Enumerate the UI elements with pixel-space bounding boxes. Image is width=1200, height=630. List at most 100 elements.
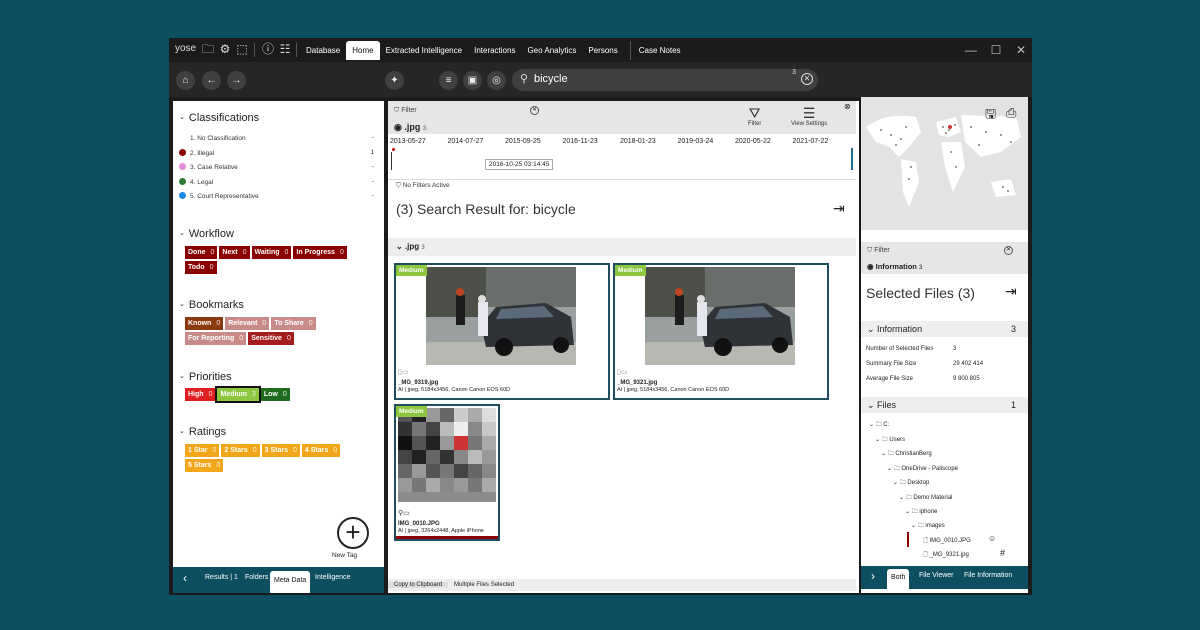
ratings-header[interactable]: ⌄ Ratings [179, 426, 226, 438]
result-card[interactable]: Medium ▯▭ _MG_9319.jpg AI | jpeg, 5184x34… [394, 263, 610, 400]
classification-item[interactable]: 1. No Classification - [179, 134, 374, 142]
tree-item[interactable]: ⌄ 🗀 Desktop [893, 478, 929, 488]
close-icon[interactable]: ✕ [1014, 43, 1028, 57]
new-tag-button[interactable]: + [337, 517, 369, 549]
export-icon[interactable]: ⇥ [1005, 283, 1017, 300]
forward-icon[interactable]: → [227, 71, 246, 90]
priority-tag[interactable]: Low 0 [260, 388, 290, 401]
classification-item[interactable]: 4. Legal - [179, 177, 374, 186]
clear-filter-icon[interactable]: ✕ [1004, 246, 1013, 255]
priority-tag[interactable]: High 0 [185, 388, 216, 401]
bookmark-tag[interactable]: Relevant 0 [225, 317, 270, 330]
tab-interactions[interactable]: Interactions [468, 41, 521, 60]
info-icon[interactable]: ⓘ [261, 42, 275, 56]
maximize-icon[interactable]: ☐ [989, 43, 1003, 57]
workflow-tag[interactable]: Done 0 [185, 246, 218, 259]
tree-item[interactable]: ⌄ 🗀 Demo Material [899, 493, 952, 503]
minimize-icon[interactable]: — [964, 43, 978, 57]
bookmark-tag[interactable]: Sensitive 0 [248, 332, 294, 345]
tab-persons[interactable]: Persons [582, 41, 623, 60]
tab-file-information[interactable]: File Information [960, 566, 1016, 589]
bookmarks-header[interactable]: ⌄ Bookmarks [179, 299, 244, 311]
print-icon[interactable]: ⎙ [1006, 105, 1016, 121]
tree-item[interactable]: ⌄ 🗀 ChristianBerg [881, 449, 932, 459]
tab-meta-data[interactable]: Meta Data [270, 571, 311, 593]
bookmark-tag[interactable]: Known 0 [185, 317, 224, 330]
files-section-header[interactable]: ⌄ Files 1 [861, 397, 1028, 413]
back-icon[interactable]: ← [202, 71, 221, 90]
timeline-handle[interactable] [851, 148, 853, 170]
search-input[interactable]: bicycle [534, 73, 568, 85]
tab-both[interactable]: Both [887, 569, 910, 589]
list-view-icon[interactable]: ☷ [278, 42, 292, 56]
collapse-left-icon[interactable]: ‹ [179, 567, 191, 593]
tag-label: To Share [274, 320, 304, 327]
classification-label: 3. Case Relative [190, 164, 238, 171]
rating-tag[interactable]: 5 Stars 0 [185, 459, 224, 472]
search-bar[interactable]: ⚲ bicycle 3 ✕ [512, 69, 818, 91]
workflow-tag[interactable]: Next 0 [219, 246, 250, 259]
close-panel-icon[interactable]: ⊗ [844, 102, 851, 111]
timeline[interactable]: 2016-10-25 03:14:45 2013-05-27 2014-07-27… [388, 134, 856, 179]
select-area-icon[interactable]: ⬚ [235, 42, 249, 56]
home-icon[interactable]: ⌂ [176, 71, 195, 90]
map-canvas [866, 115, 1021, 207]
image-icon[interactable]: ▣ [463, 71, 482, 90]
tree-item[interactable]: ⌄ 🗀 iphone [905, 507, 937, 517]
result-card[interactable]: Medium ⚲▭ IMG_0010.JPG AI | jpeg, 3264x24… [394, 404, 500, 541]
workflow-tag[interactable]: Todo 0 [185, 261, 217, 274]
tag-count: 0 [282, 391, 287, 398]
tree-item[interactable]: ⌄ 🗀 C: [869, 420, 889, 430]
tab-file-viewer[interactable]: File Viewer [915, 566, 958, 589]
save-icon[interactable]: 🖫 [985, 105, 996, 127]
settings-icon[interactable]: ⚙ [218, 42, 232, 56]
rating-tag[interactable]: 4 Stars 0 [301, 444, 341, 457]
clear-filter-icon[interactable]: ✕ [530, 106, 539, 115]
tree-item[interactable]: ⌄ 🗀 OneDrive - Paliscope [887, 464, 958, 474]
rating-tag[interactable]: 1 Star 0 [185, 444, 220, 457]
priorities-header[interactable]: ⌄ Priorities [179, 371, 232, 383]
workflow-tag[interactable]: In Progress 0 [293, 246, 347, 259]
copy-to-clipboard-button[interactable]: Copy to Clipboard [388, 582, 449, 588]
result-card[interactable]: Medium ▯▭ _MG_9321.jpg AI | jpeg, 5184x34… [613, 263, 829, 400]
tab-home[interactable]: Home [346, 41, 380, 60]
workflow-tag[interactable]: Waiting 0 [251, 246, 292, 259]
globe-icon[interactable]: ◎ [487, 71, 506, 90]
classification-item[interactable]: 3. Case Relative - [179, 163, 374, 171]
rating-tag[interactable]: 2 Stars 0 [221, 444, 260, 457]
tree-item[interactable]: ⌄ 🗀 images [911, 521, 945, 531]
tree-item[interactable]: ⌄ 🗀 Users [875, 435, 905, 445]
clear-search-icon[interactable]: ✕ [801, 73, 813, 85]
group-header[interactable]: ⌄ .jpg 3 [388, 238, 856, 256]
details-filter-input[interactable]: ⛉ Filter [867, 247, 890, 255]
export-icon[interactable]: ⇥ [833, 200, 845, 217]
bookmark-tag[interactable]: For Reporting 0 [185, 332, 247, 345]
tab-folders[interactable]: Folders [241, 567, 272, 593]
classification-item[interactable]: 5. Court Representative - [179, 192, 374, 200]
rating-tag[interactable]: 3 Stars 0 [261, 444, 300, 457]
information-section-header[interactable]: ⌄ Information 3 [861, 321, 1028, 337]
filter-tool-button[interactable]: ⛛ Filter [748, 105, 761, 127]
classification-item[interactable]: 2. Illegal 1 [179, 148, 374, 157]
tree-item[interactable]: 🗋 _MG_9321.jpg [923, 550, 969, 560]
list-icon[interactable]: ≡ [439, 71, 458, 90]
priority-tag[interactable]: Medium 3 [215, 386, 261, 403]
chevron-down-icon: ⌄ [179, 114, 185, 121]
view-settings-button[interactable]: ☰ View Settings [791, 105, 827, 127]
tree-item[interactable]: 🗋 IMG_0010.JPG [923, 536, 971, 546]
chevron-down-icon: ⌄ [179, 230, 185, 237]
tab-case-notes[interactable]: Case Notes [629, 41, 687, 60]
analysis-icon[interactable]: ✦ [385, 71, 404, 90]
bookmark-tag[interactable]: To Share 0 [271, 317, 316, 330]
workflow-header[interactable]: ⌄ Workflow [179, 228, 234, 240]
tab-database[interactable]: Database [300, 41, 346, 60]
tab-results[interactable]: Results | 1 [201, 567, 242, 593]
classifications-header[interactable]: ⌄ Classifications [179, 112, 259, 124]
tab-intelligence[interactable]: Intelligence [311, 567, 354, 593]
tab-extracted-intelligence[interactable]: Extracted Intelligence [380, 41, 469, 60]
tab-geo-analytics[interactable]: Geo Analytics [521, 41, 582, 60]
folder-icon[interactable]: 🗀 [201, 42, 215, 56]
expand-right-icon[interactable]: › [867, 566, 879, 589]
filter-input[interactable]: ⛉ Filter [394, 107, 417, 115]
world-map[interactable]: 🖫 ⎙ [861, 97, 1028, 230]
